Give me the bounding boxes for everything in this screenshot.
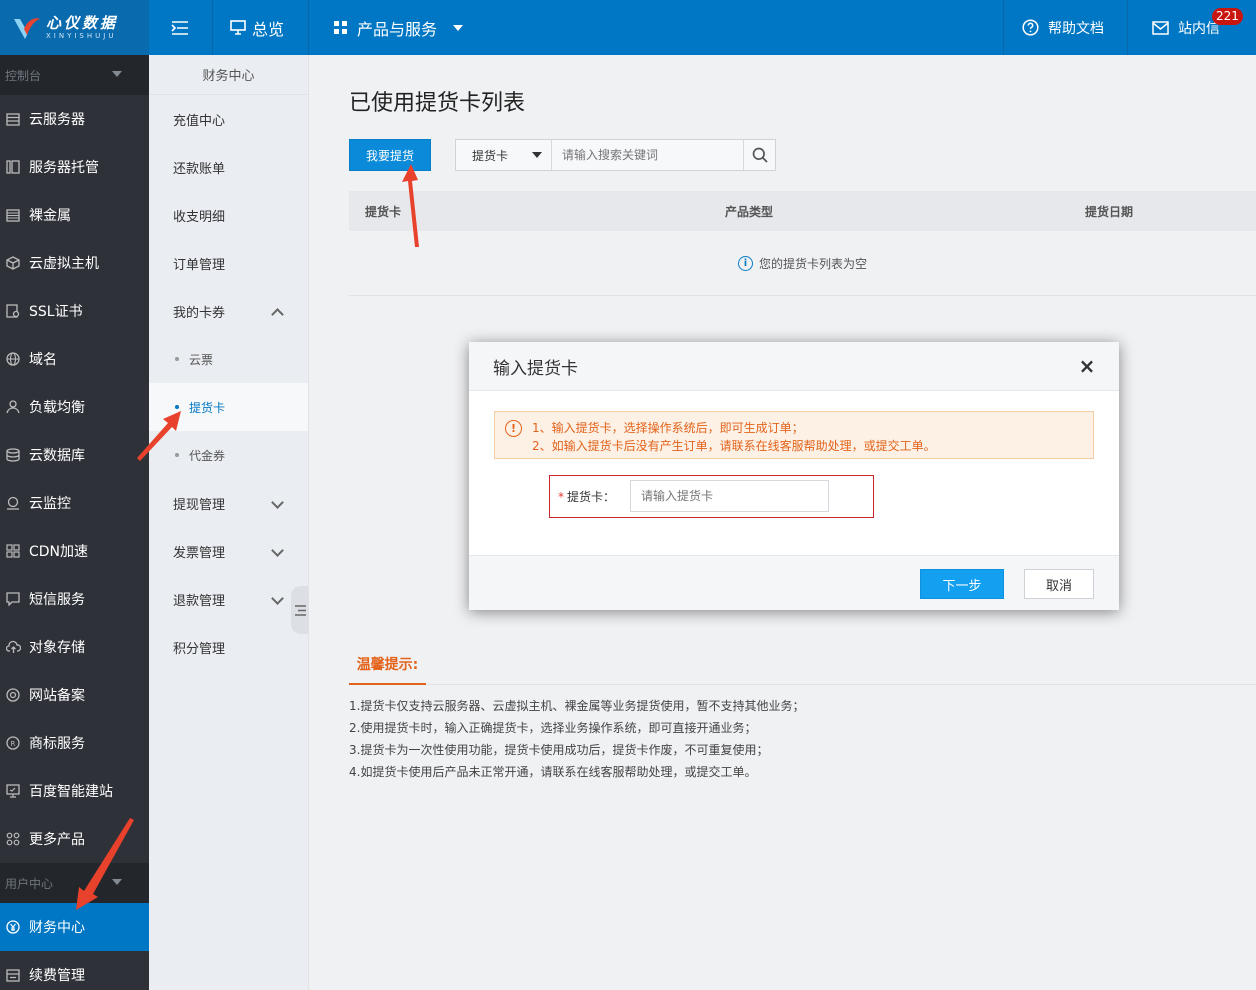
dialog-footer: 下一步 取消 [469,555,1119,610]
next-step-button[interactable]: 下一步 [920,569,1004,599]
field-label: * 提货卡： [558,488,615,505]
pickup-card-input[interactable] [630,480,829,512]
close-icon[interactable]: × [1077,356,1097,376]
cancel-button[interactable]: 取消 [1024,569,1094,599]
pickup-card-dialog: 输入提货卡 × ! 1、输入提货卡，选择操作系统后，即可生成订单； 2、如输入提… [469,342,1119,610]
warning-icon: ! [505,420,522,437]
field-label-text: 提货卡： [567,490,616,504]
required-mark: * [558,490,564,504]
dialog-warning: ! 1、输入提货卡，选择操作系统后，即可生成订单； 2、如输入提货卡后没有产生订… [494,411,1094,459]
warning-line: 2、如输入提货卡后没有产生订单，请联系在线客服帮助处理，或提交工单。 [532,439,936,453]
dialog-header: 输入提货卡 × [469,342,1119,391]
dialog-title: 输入提货卡 [493,358,578,379]
warning-line: 1、输入提货卡，选择操作系统后，即可生成订单； [532,421,804,435]
pickup-card-field: * 提货卡： [549,475,874,518]
